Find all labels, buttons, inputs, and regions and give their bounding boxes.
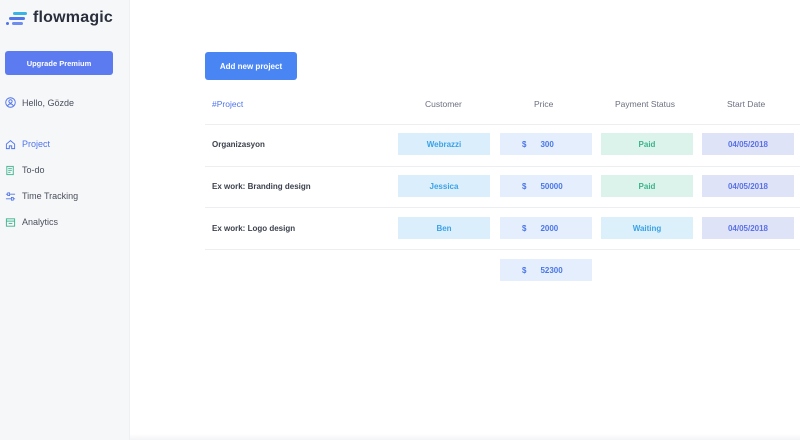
sidebar-item-analytics[interactable]: Analytics [5,209,78,235]
status-badge: Waiting [601,217,693,239]
todo-icon [5,165,16,176]
sidebar-item-time-tracking[interactable]: Time Tracking [5,183,78,209]
status-badge: Paid [601,133,693,155]
currency-symbol: $ [522,139,527,149]
row-divider [205,124,800,125]
column-header-payment-status[interactable]: Payment Status [615,99,675,109]
start-date-badge: 04/05/2018 [702,217,794,239]
price-value: 2000 [540,223,559,233]
bottom-shadow [130,434,800,440]
total-value: 52300 [540,265,563,275]
column-header-start-date[interactable]: Start Date [727,99,765,109]
price-value: 50000 [540,181,563,191]
sidebar-item-label: Project [22,139,51,149]
sidebar: flowmagic Upgrade Premium Hello, Gözde P… [0,0,130,440]
sidebar-item-label: Time Tracking [22,191,79,201]
column-header-project[interactable]: #Project [212,99,243,109]
currency-symbol: $ [522,223,527,233]
sidebar-item-project[interactable]: Project [5,131,78,157]
app-logo[interactable]: flowmagic [6,9,113,27]
sidebar-nav: Project To-do Time Tracking Analytics [5,131,78,235]
logo-icon [6,10,28,26]
price-cell: $2000 [500,217,592,239]
start-date-badge: 04/05/2018 [702,133,794,155]
currency-symbol: $ [522,181,527,191]
customer-badge: Webrazzi [398,133,490,155]
price-value: 300 [540,139,554,149]
price-total: $52300 [500,259,592,281]
user-icon [5,97,16,108]
start-date-badge: 04/05/2018 [702,175,794,197]
column-header-price[interactable]: Price [534,99,553,109]
currency-symbol: $ [522,265,527,275]
customer-badge: Jessica [398,175,490,197]
project-name: Organizasyon [212,140,265,149]
row-divider [205,166,800,167]
customer-badge: Ben [398,217,490,239]
sidebar-item-to-do[interactable]: To-do [5,157,78,183]
sliders-icon [5,191,16,202]
upgrade-premium-button[interactable]: Upgrade Premium [5,51,113,75]
column-header-customer[interactable]: Customer [425,99,462,109]
price-cell: $300 [500,133,592,155]
project-name: Ex work: Branding design [212,182,311,191]
sidebar-item-label: Analytics [22,217,59,227]
row-divider [205,207,800,208]
project-name: Ex work: Logo design [212,224,296,233]
user-greeting[interactable]: Hello, Gözde [5,97,74,108]
sidebar-item-label: To-do [22,165,45,175]
greeting-text: Hello, Gözde [22,97,75,108]
app-name: flowmagic [33,9,114,26]
analytics-icon [5,217,16,228]
row-divider [205,249,800,250]
status-badge: Paid [601,175,693,197]
add-new-project-button[interactable]: Add new project [205,52,297,80]
price-cell: $50000 [500,175,592,197]
home-icon [5,139,16,150]
